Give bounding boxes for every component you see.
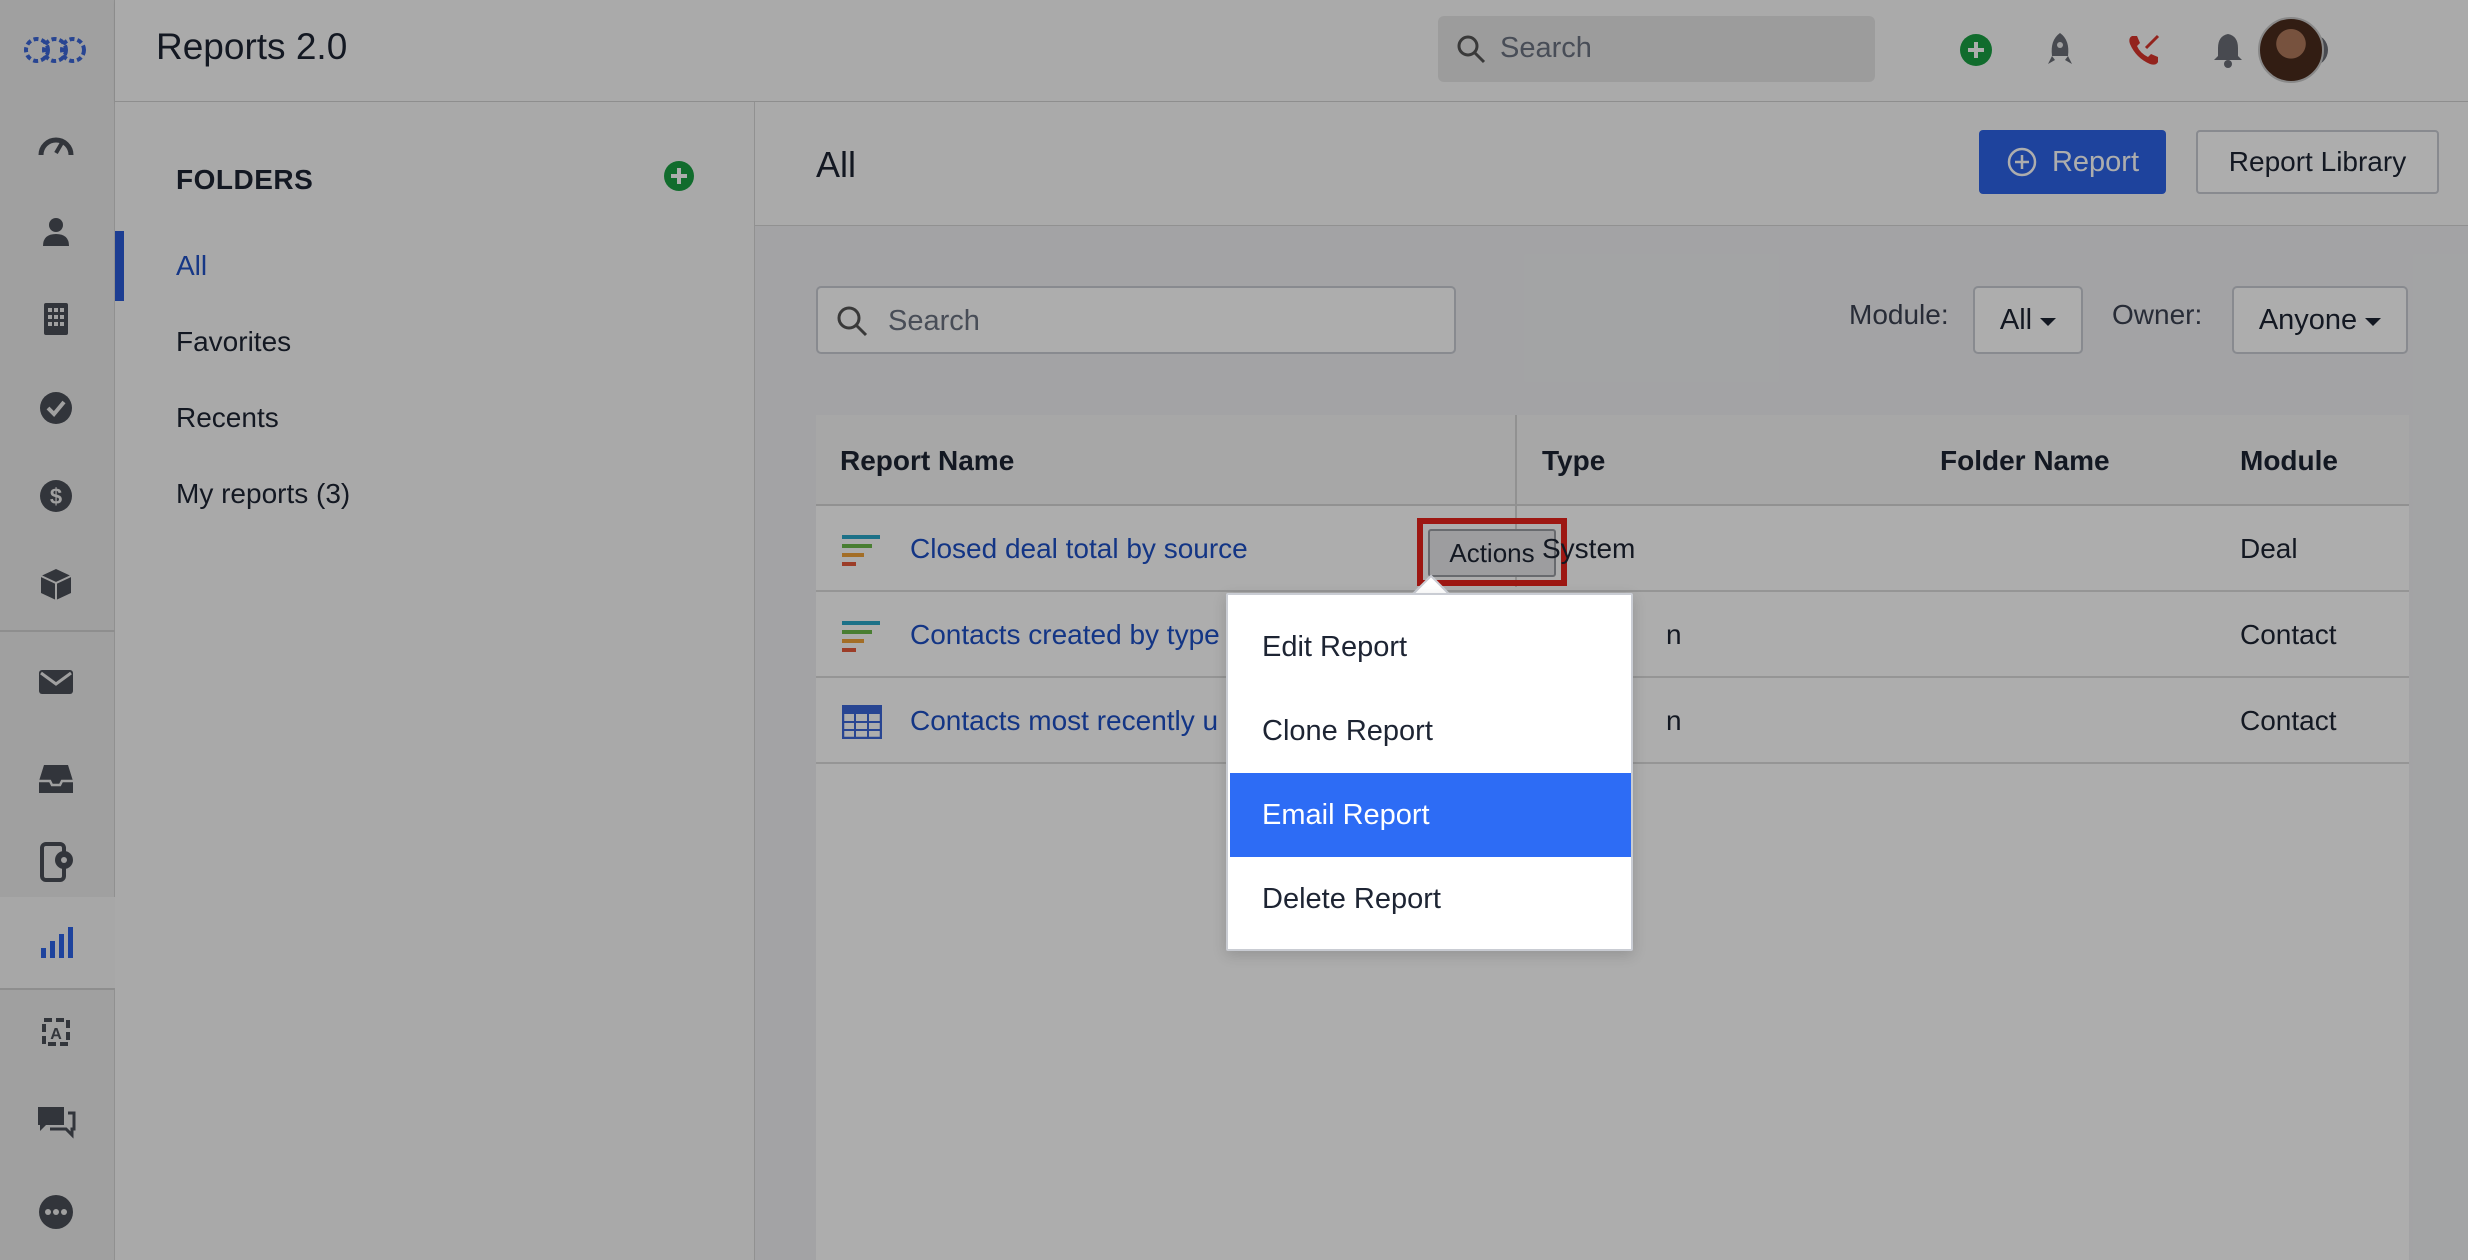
active-folder-indicator [115, 231, 124, 301]
add-report-label: Report [2051, 145, 2140, 178]
rocket-icon[interactable] [2040, 30, 2080, 70]
svg-text:A: A [50, 1026, 62, 1043]
table-row[interactable]: Closed deal total by source Actions Syst… [816, 506, 2409, 592]
chevron-down-icon [2365, 318, 2382, 326]
translate-icon[interactable]: A [34, 1010, 78, 1054]
check-circle-icon[interactable] [34, 386, 78, 430]
left-nav-rail: $ A [0, 0, 115, 1260]
column-header-module[interactable]: Module [2240, 445, 2338, 477]
table-grid-icon [841, 704, 883, 744]
search-icon [836, 305, 868, 342]
report-type: System [1542, 533, 1636, 564]
module-filter-label: Module: [1849, 299, 1949, 330]
module-filter-value: All [1999, 303, 2033, 336]
bar-chart-icon[interactable] [34, 921, 78, 965]
inbox-icon[interactable] [34, 757, 78, 801]
report-module: Contact [2240, 619, 2337, 650]
menu-item-email-report[interactable]: Email Report [1230, 773, 1631, 857]
report-name-link[interactable]: Closed deal total by source [910, 533, 1248, 565]
owner-filter-dropdown[interactable]: Anyone [2232, 286, 2408, 354]
folder-item-my-reports[interactable]: My reports (3) [176, 478, 350, 510]
add-folder-icon[interactable] [663, 160, 695, 197]
rail-divider [0, 988, 115, 990]
owner-filter-value: Anyone [2258, 303, 2358, 336]
rail-divider [0, 630, 115, 632]
search-placeholder: Search [888, 305, 980, 337]
bar-chart-horizontal-icon [842, 619, 882, 658]
report-search-input[interactable]: Search [816, 286, 1456, 354]
report-library-button[interactable]: Report Library [2196, 130, 2439, 194]
svg-text:$: $ [50, 484, 62, 509]
chat-icon[interactable] [34, 1100, 78, 1144]
search-icon [1456, 34, 1486, 69]
folder-item-recents[interactable]: Recents [176, 402, 279, 434]
menu-item-delete-report[interactable]: Delete Report [1230, 857, 1631, 941]
report-module: Deal [2240, 533, 2298, 564]
add-report-button[interactable]: Report [1979, 130, 2166, 194]
chevron-down-icon [2040, 318, 2057, 326]
menu-item-edit-report[interactable]: Edit Report [1230, 605, 1631, 689]
column-header-type[interactable]: Type [1542, 445, 1605, 477]
menu-item-clone-report[interactable]: Clone Report [1230, 689, 1631, 773]
global-search-input[interactable]: Search [1438, 16, 1875, 82]
folder-item-all[interactable]: All [176, 250, 207, 282]
top-bar: Reports 2.0 Search ? [115, 0, 2468, 102]
report-type-partial: n [1666, 619, 1682, 650]
owner-filter-label: Owner: [2112, 299, 2203, 330]
report-name-link[interactable]: Contacts created by type [910, 619, 1220, 651]
box-icon[interactable] [34, 562, 78, 606]
phone-call-icon[interactable] [2124, 30, 2164, 70]
more-icon[interactable] [34, 1190, 78, 1234]
module-filter-dropdown[interactable]: All [1973, 286, 2083, 354]
building-icon[interactable] [34, 297, 78, 341]
add-icon[interactable] [1956, 30, 1996, 70]
bar-chart-horizontal-icon [842, 533, 882, 572]
folders-panel: FOLDERS All Favorites Recents My reports… [115, 102, 755, 1260]
person-icon[interactable] [34, 209, 78, 253]
phone-chat-icon[interactable] [34, 840, 78, 884]
mail-icon[interactable] [34, 660, 78, 704]
folder-item-favorites[interactable]: Favorites [176, 326, 291, 358]
bell-icon[interactable] [2208, 30, 2248, 70]
dashboard-icon[interactable] [34, 122, 78, 166]
report-name-link[interactable]: Contacts most recently u [910, 705, 1218, 737]
column-header-report-name[interactable]: Report Name [840, 445, 1014, 477]
search-placeholder: Search [1500, 32, 1592, 64]
report-type-partial: n [1666, 705, 1682, 736]
user-avatar[interactable] [2258, 17, 2324, 83]
dollar-icon[interactable]: $ [34, 474, 78, 518]
report-module: Contact [2240, 705, 2337, 736]
app-title: Reports 2.0 [156, 26, 348, 67]
app-logo[interactable] [22, 30, 92, 70]
actions-menu: Edit Report Clone Report Email Report De… [1226, 593, 1633, 951]
table-header: Report Name Type Folder Name Module [816, 415, 2409, 506]
main-header: All Report Report Library [755, 102, 2468, 226]
page-title: All [816, 144, 857, 185]
folders-heading: FOLDERS [176, 164, 314, 195]
column-header-folder-name[interactable]: Folder Name [1940, 445, 2110, 477]
plus-circle-icon [2007, 147, 2037, 177]
